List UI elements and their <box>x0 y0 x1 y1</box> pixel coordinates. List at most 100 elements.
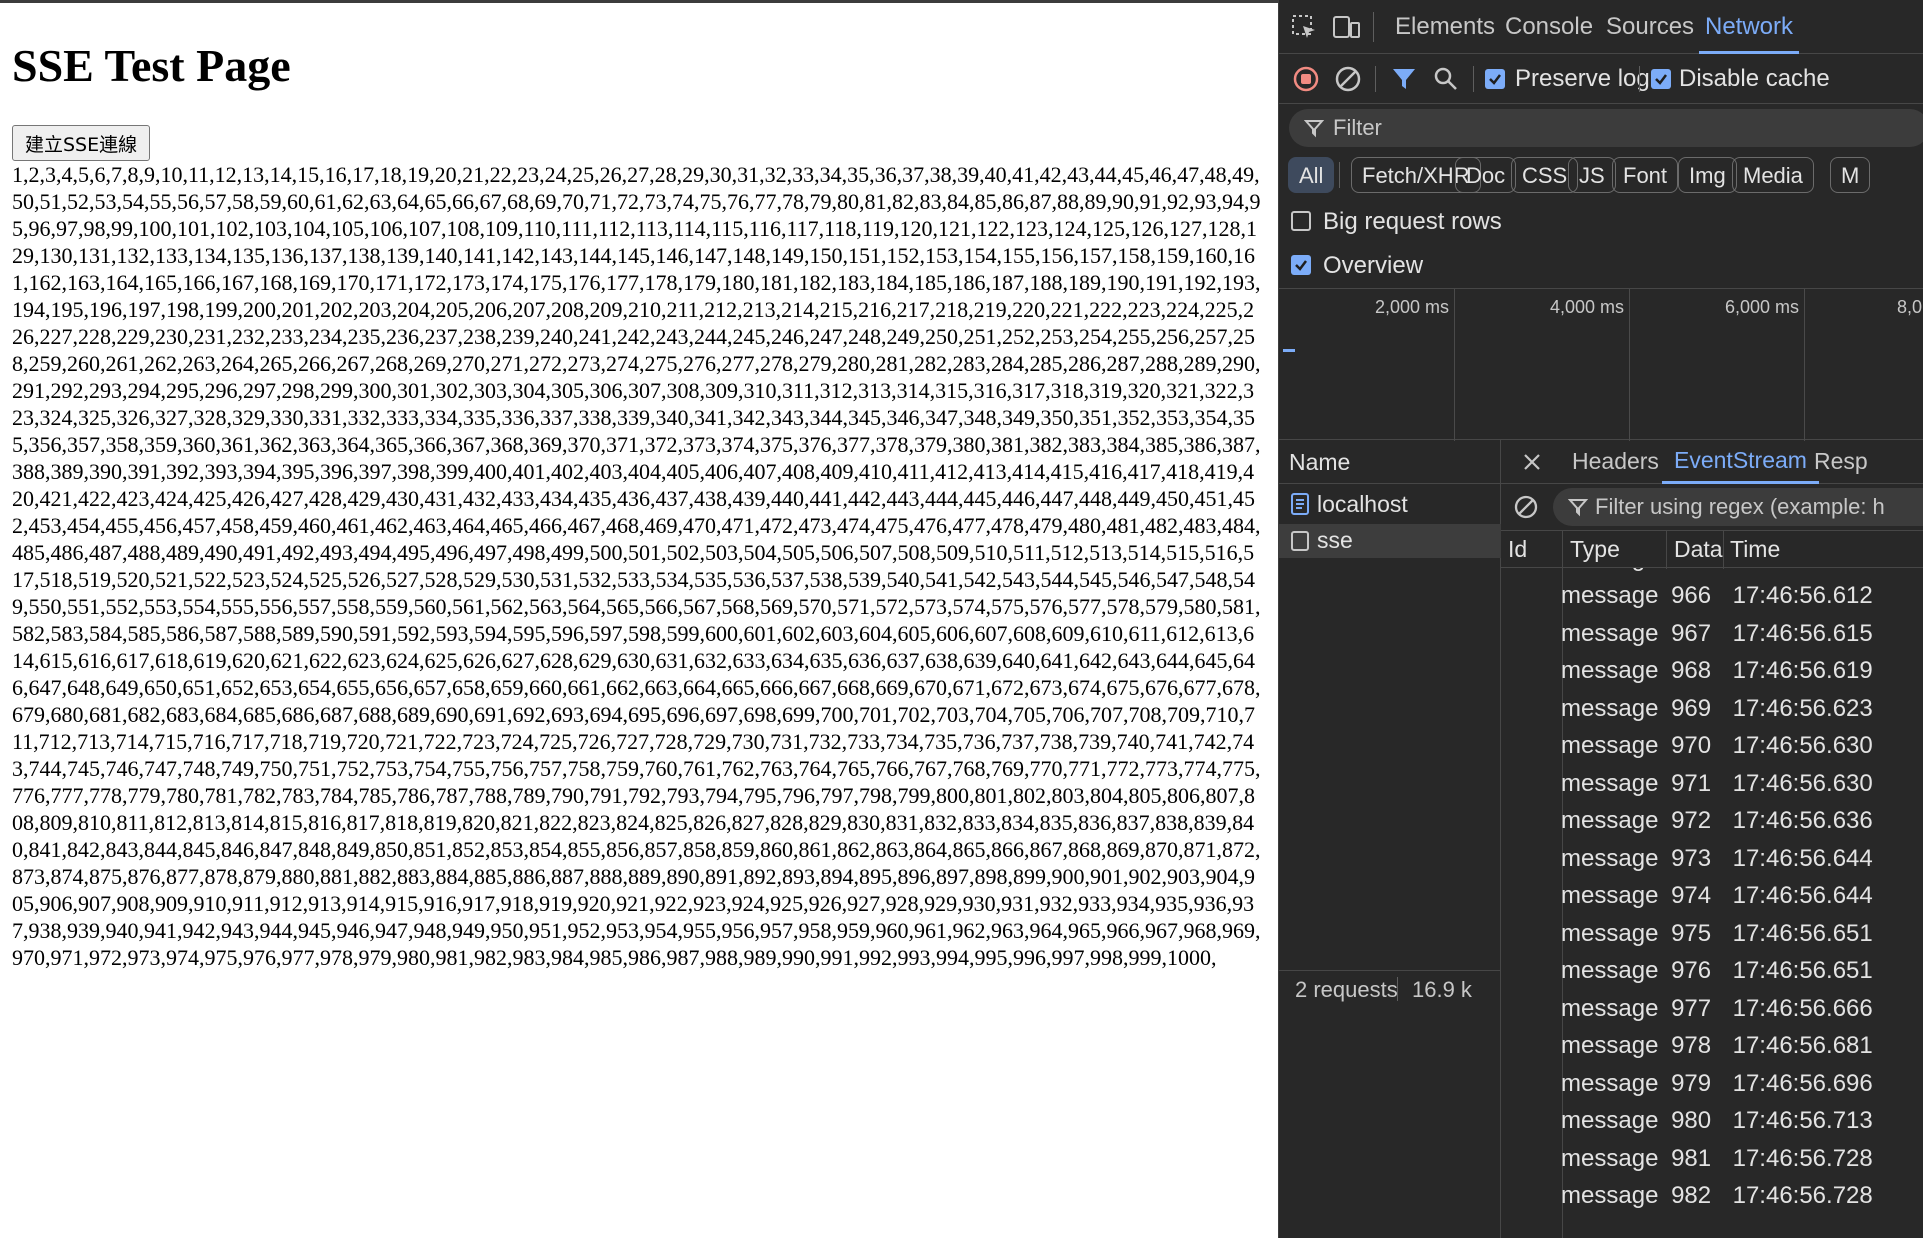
stop-recording-icon[interactable] <box>1291 64 1321 94</box>
type-filter-doc[interactable]: Doc <box>1455 157 1517 193</box>
event-row[interactable]: message 968 17:46:56.619 <box>1501 653 1923 691</box>
column-id[interactable]: Id <box>1508 536 1527 563</box>
event-id-cell <box>1501 728 1554 766</box>
big-request-rows-option: Big request rows <box>1279 200 1923 244</box>
event-data-cell: 971 <box>1671 769 1712 797</box>
request-row-localhost[interactable]: localhost <box>1279 484 1501 524</box>
event-time-cell: 17:46:56.630 <box>1732 769 1873 797</box>
inspect-element-icon[interactable] <box>1289 12 1319 42</box>
event-id-cell <box>1501 765 1554 803</box>
event-row[interactable]: message 970 17:46:56.630 <box>1501 728 1923 766</box>
column-time[interactable]: Time <box>1730 536 1780 563</box>
column-type[interactable]: Type <box>1570 536 1620 563</box>
event-row[interactable]: message 972 17:46:56.636 <box>1501 803 1923 841</box>
web-page: SSE Test Page 建立SSE連線 1,2,3,4,5,6,7,8,9,… <box>0 0 1278 1238</box>
event-data-cell: 975 <box>1671 919 1712 947</box>
event-row[interactable]: message96517:46:56.609 <box>1501 568 1923 578</box>
event-row[interactable]: message 976 17:46:56.651 <box>1501 953 1923 991</box>
event-row[interactable]: message 969 17:46:56.623 <box>1501 690 1923 728</box>
request-name: localhost <box>1317 491 1408 517</box>
divider <box>1373 12 1374 42</box>
devtools-tab-bar: Elements Console Sources Network <box>1279 0 1923 54</box>
event-id-cell <box>1501 578 1554 616</box>
event-type-cell: message <box>1561 657 1659 685</box>
event-data-cell: 974 <box>1671 882 1712 910</box>
timeline-request-bar <box>1283 349 1295 352</box>
event-type-cell: message <box>1561 769 1659 797</box>
event-time-cell: 17:46:56.681 <box>1732 1032 1873 1060</box>
event-type-cell: message <box>1561 732 1659 760</box>
event-type-cell: message <box>1561 882 1659 910</box>
event-row[interactable]: message 967 17:46:56.615 <box>1501 615 1923 653</box>
filter-input[interactable]: Filter <box>1289 109 1923 147</box>
disable-cache-checkbox[interactable] <box>1651 69 1671 89</box>
disable-cache-label: Disable cache <box>1679 65 1830 92</box>
overview-option: Overview <box>1279 244 1923 288</box>
name-column-header[interactable]: Name <box>1279 440 1501 484</box>
column-data[interactable]: Data <box>1674 536 1723 563</box>
type-filter-manifest[interactable]: M <box>1830 157 1871 193</box>
event-time-cell: 17:46:56.728 <box>1732 1182 1873 1210</box>
detail-tab-eventstream[interactable]: EventStream <box>1662 440 1819 484</box>
event-data-cell: 967 <box>1671 619 1712 647</box>
event-row[interactable]: message 977 17:46:56.666 <box>1501 990 1923 1028</box>
tab-console[interactable]: Console <box>1505 0 1593 54</box>
type-filter-js[interactable]: JS <box>1568 157 1616 193</box>
event-data-cell: 977 <box>1671 994 1712 1022</box>
document-icon <box>1289 492 1311 516</box>
request-name: sse <box>1317 527 1353 553</box>
event-type-cell: message <box>1561 957 1659 985</box>
filter-icon <box>1567 496 1589 518</box>
preserve-log-checkbox[interactable] <box>1485 69 1505 89</box>
event-row[interactable]: message 975 17:46:56.651 <box>1501 915 1923 953</box>
request-detail-pane: Headers EventStream Resp Filter using re… <box>1501 440 1923 1238</box>
timeline-tick: 6,000 ms <box>1725 297 1800 317</box>
detail-tab-headers[interactable]: Headers <box>1572 448 1659 475</box>
divider <box>1375 66 1376 92</box>
event-row[interactable]: message 966 17:46:56.612 <box>1501 578 1923 616</box>
request-row-sse[interactable]: sse <box>1279 524 1501 558</box>
event-id-cell <box>1501 1028 1554 1066</box>
event-row[interactable]: message 973 17:46:56.644 <box>1501 840 1923 878</box>
type-filter-img[interactable]: Img <box>1678 157 1737 193</box>
device-toolbar-icon[interactable] <box>1331 12 1361 42</box>
filter-funnel-icon[interactable] <box>1389 64 1419 94</box>
connect-sse-button[interactable]: 建立SSE連線 <box>12 125 151 161</box>
event-time-cell: 17:46:56.728 <box>1732 1144 1873 1172</box>
event-row[interactable]: message 980 17:46:56.713 <box>1501 1103 1923 1141</box>
preserve-log-label: Preserve log <box>1515 65 1650 92</box>
divider <box>1723 531 1724 569</box>
event-id-cell <box>1501 840 1554 878</box>
divider <box>1666 531 1667 569</box>
big-request-rows-checkbox[interactable] <box>1291 211 1311 231</box>
event-row[interactable]: message 978 17:46:56.681 <box>1501 1028 1923 1066</box>
event-row[interactable]: message 971 17:46:56.630 <box>1501 765 1923 803</box>
tab-sources[interactable]: Sources <box>1606 0 1694 54</box>
detail-tab-response[interactable]: Resp <box>1814 448 1868 475</box>
tab-network[interactable]: Network <box>1699 0 1800 54</box>
type-filter-font[interactable]: Font <box>1612 157 1679 193</box>
event-time-cell: 17:46:56.619 <box>1732 657 1873 685</box>
clear-messages-icon[interactable] <box>1513 494 1539 520</box>
event-data-cell: 979 <box>1671 1069 1712 1097</box>
event-row[interactable]: message 981 17:46:56.728 <box>1501 1140 1923 1178</box>
event-time-cell: 17:46:56.713 <box>1732 1107 1873 1135</box>
close-icon[interactable] <box>1519 449 1545 475</box>
event-type-cell: message <box>1561 1144 1659 1172</box>
regex-filter-input[interactable]: Filter using regex (example: h <box>1553 488 1923 526</box>
search-icon[interactable] <box>1431 64 1461 94</box>
clear-icon[interactable] <box>1333 64 1363 94</box>
timeline-gridline <box>1454 289 1455 441</box>
tab-elements[interactable]: Elements <box>1395 0 1495 54</box>
event-row[interactable]: message 979 17:46:56.696 <box>1501 1065 1923 1103</box>
type-filter-all[interactable]: All <box>1288 157 1335 193</box>
network-overview-timeline[interactable]: 2,000 ms 4,000 ms 6,000 ms 8,0 <box>1279 288 1923 441</box>
event-row[interactable]: message 982 17:46:56.728 <box>1501 1178 1923 1216</box>
type-filter-media[interactable]: Media <box>1732 157 1814 193</box>
event-row[interactable]: message 974 17:46:56.644 <box>1501 878 1923 916</box>
detail-tab-bar: Headers EventStream Resp <box>1501 440 1923 484</box>
event-data-cell: 970 <box>1671 732 1712 760</box>
overview-checkbox[interactable] <box>1291 255 1311 275</box>
event-table-body[interactable]: message96517:46:56.609message96617:46:56… <box>1501 568 1923 1238</box>
event-id-cell <box>1501 803 1554 841</box>
